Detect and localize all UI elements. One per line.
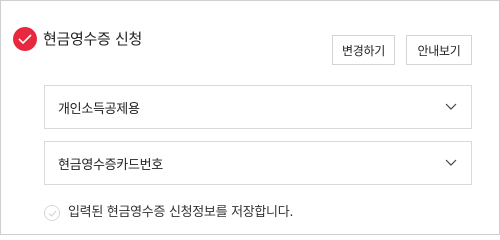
receipt-type-select[interactable]: 개인소득공제용 xyxy=(44,85,472,129)
change-button[interactable]: 변경하기 xyxy=(332,35,395,65)
chevron-down-icon xyxy=(445,159,457,166)
check-icon xyxy=(18,34,32,44)
identification-type-value: 현금영수증카드번호 xyxy=(58,157,163,173)
save-info-checkbox[interactable] xyxy=(44,205,60,221)
identification-type-select[interactable]: 현금영수증카드번호 xyxy=(44,141,472,185)
guide-button[interactable]: 안내보기 xyxy=(406,35,472,65)
chevron-down-icon xyxy=(445,103,457,110)
cash-receipt-checkbox[interactable] xyxy=(13,27,37,51)
receipt-type-value: 개인소득공제용 xyxy=(58,101,140,117)
section-title: 현금영수증 신청 xyxy=(43,30,142,48)
save-info-label: 입력된 현금영수증 신청정보를 저장합니다. xyxy=(68,205,294,220)
check-icon xyxy=(48,210,56,217)
cash-receipt-panel: 현금영수증 신청 변경하기 안내보기 개인소득공제용 현금영수증카드번호 입력된… xyxy=(0,0,500,235)
